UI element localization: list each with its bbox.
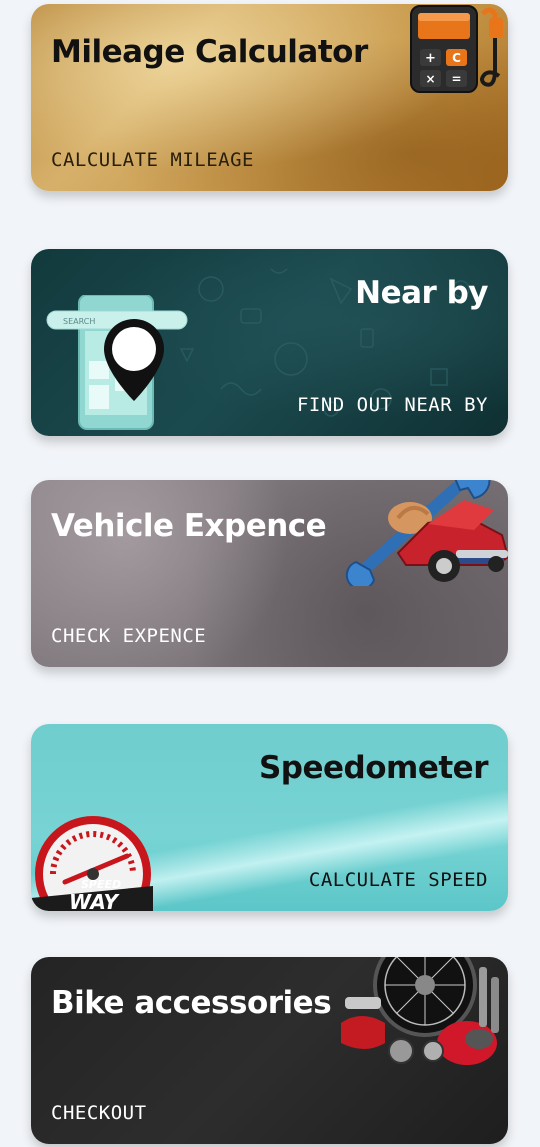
speedometer-card[interactable]: Speedometer CALCULATE SPEED SPEED WAY: [31, 724, 508, 911]
logo-text-way: WAY: [69, 890, 121, 911]
svg-text:+: +: [425, 51, 436, 66]
phone-map-pin-icon: SEARCH: [46, 295, 188, 430]
speedometer-icon: SPEED WAY: [31, 816, 153, 911]
near-by-card[interactable]: SEARCH Near by FIND OUT NEAR BY: [31, 249, 508, 436]
card-subtitle: CALCULATE SPEED: [308, 869, 488, 891]
card-title: Vehicle Expence: [51, 508, 327, 544]
vehicle-expence-card[interactable]: Vehicle Expence CHECK EXPENCE: [31, 480, 508, 667]
card-title: Speedometer: [258, 750, 489, 786]
card-title: Near by: [355, 275, 488, 311]
card-title: Bike accessories: [51, 985, 332, 1021]
card-subtitle: CALCULATE MILEAGE: [51, 149, 254, 171]
card-subtitle: CHECK EXPENCE: [51, 625, 207, 647]
svg-text:=: =: [451, 72, 461, 86]
bike-parts-icon: [341, 957, 499, 1065]
calculator-fuel-pump-icon: + C × =: [410, 5, 503, 93]
svg-text:×: ×: [425, 72, 435, 86]
mileage-calculator-card[interactable]: Mileage Calculator CALCULATE MILEAGE + C…: [31, 4, 508, 191]
card-title: Mileage Calculator: [51, 34, 368, 70]
card-subtitle: FIND OUT NEAR BY: [296, 394, 488, 416]
search-placeholder: SEARCH: [63, 317, 95, 326]
car-wrench-icon: [345, 480, 508, 586]
svg-text:C: C: [452, 51, 461, 65]
card-subtitle: CHECKOUT: [51, 1102, 147, 1124]
bike-accessories-card[interactable]: Bike accessories CHECKOUT: [31, 957, 508, 1144]
